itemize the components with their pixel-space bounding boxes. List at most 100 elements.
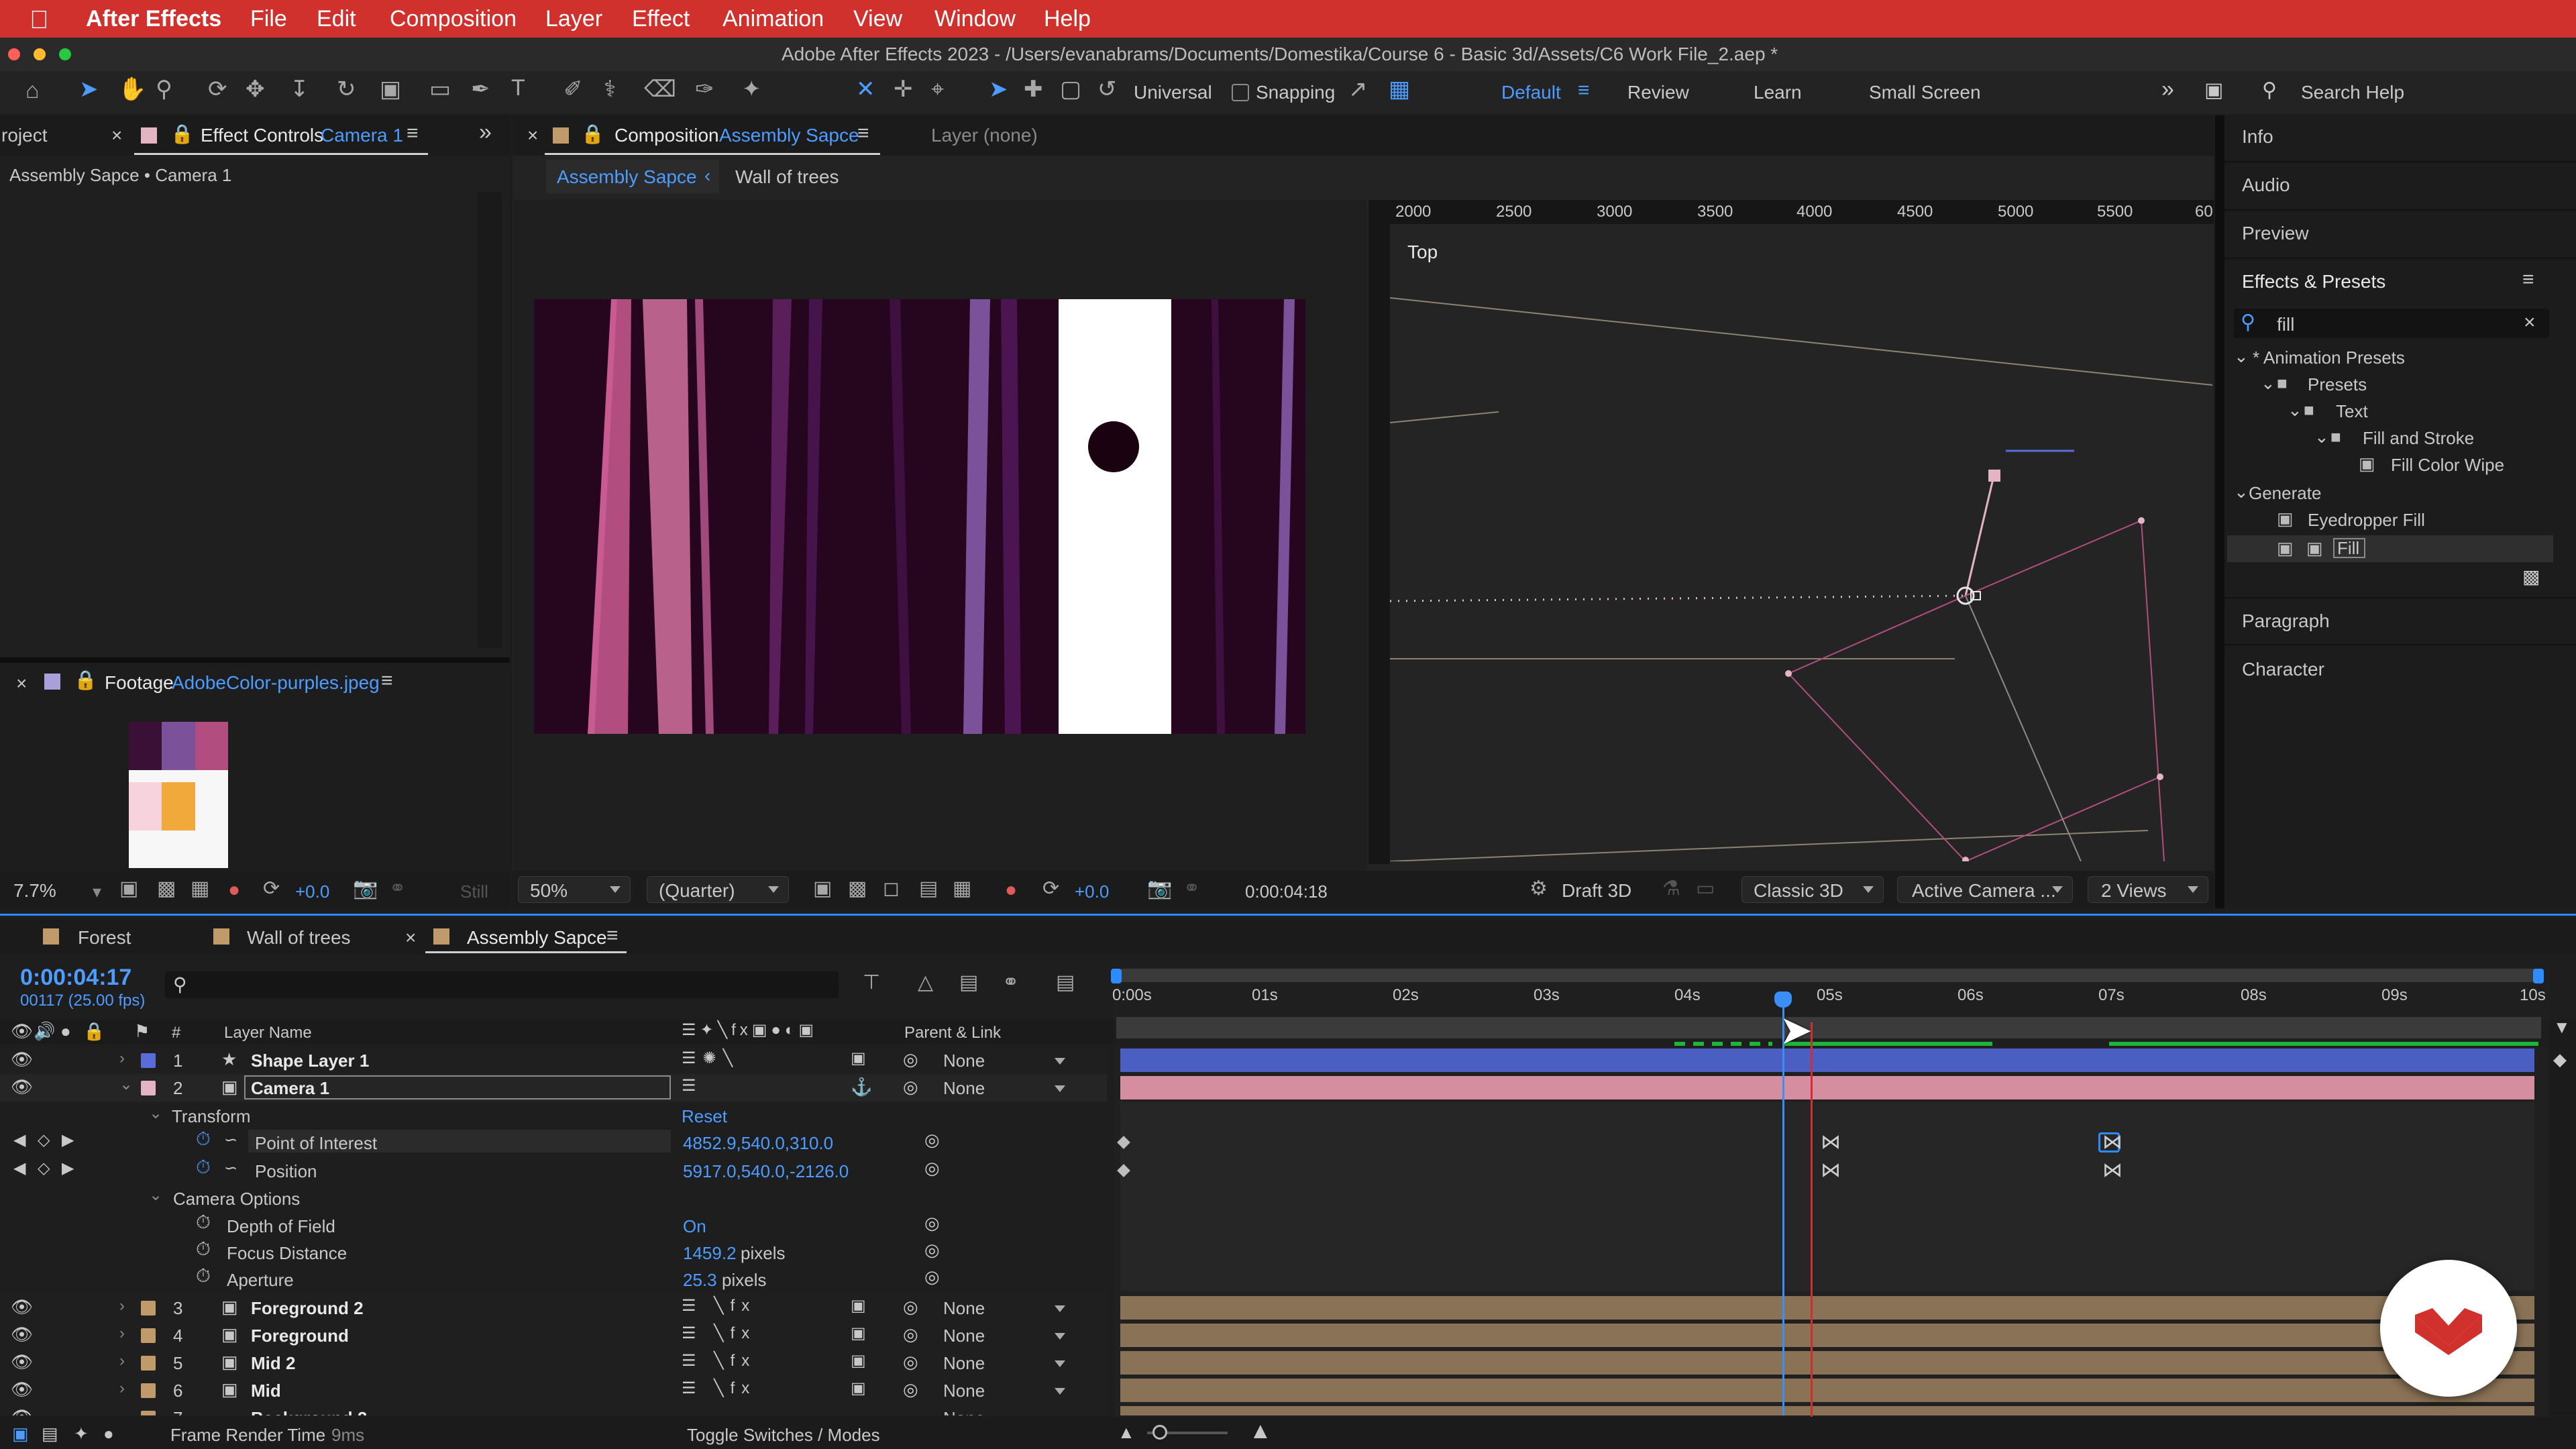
tree-generate[interactable]: Generate [2249,484,2321,502]
background-2-bar[interactable] [1120,1406,2534,1415]
composition-tab-name[interactable]: Assembly Sapce [719,126,859,145]
transparency-grid-icon[interactable]: ▩ [848,879,867,899]
poi-value[interactable]: 4852.9,540.0,310.0 [683,1134,833,1152]
position-graph-icon[interactable]: ∽ [224,1161,237,1177]
anchor-tool-icon[interactable]: ▣ [380,78,401,101]
universal-move-icon[interactable]: ✚ [1024,78,1043,101]
paragraph-panel-tab[interactable]: Paragraph [2242,612,2330,631]
workspace-menu-icon[interactable]: ≡ [1578,80,1590,101]
tree-fill-color-wipe[interactable]: Fill Color Wipe [2391,456,2504,474]
transform-group[interactable]: Transform [172,1108,251,1125]
universal-select-icon[interactable]: ➤ [989,78,1008,101]
mask-visibility-icon[interactable]: ◻ [883,879,900,899]
dof-stopwatch-icon[interactable]: ⏱ [196,1213,211,1232]
layer-5-pickwhip-icon[interactable]: ◎ [903,1353,918,1371]
panel-menu-icon[interactable]: ≡ [407,123,419,144]
layer-7-name[interactable]: Background 2 [251,1409,367,1415]
timeline-menu-icon[interactable]: ≡ [606,926,619,946]
camera-options-collapse-icon[interactable]: ⌄ [149,1187,162,1203]
layer-1-visibility-icon[interactable]: 👁 [11,1051,33,1068]
workspace-switch-icon[interactable]: ▣ [2204,80,2223,101]
composition-tab[interactable]: Composition [614,126,719,145]
foreground-2-bar[interactable] [1120,1296,2534,1320]
timeline-right-scrollbar[interactable] [2549,1020,2576,1415]
camera-options-group[interactable]: Camera Options [173,1190,300,1208]
layer-4-pickwhip-icon[interactable]: ◎ [903,1326,918,1343]
info-panel-tab[interactable]: Info [2242,127,2273,146]
tree-fill-selected-row[interactable] [2227,535,2553,562]
clear-search-icon[interactable]: × [2524,313,2536,333]
brush-tool-icon[interactable]: ✐ [564,78,583,101]
focus-distance-value[interactable]: 1459.2 [683,1244,737,1262]
layer-3-switches[interactable]: ☰ ╲fx [682,1298,756,1314]
layer-4-visibility-icon[interactable]: 👁 [11,1326,33,1343]
focus-expression-icon[interactable]: ◎ [924,1241,940,1258]
layer-switches-toggle-icon[interactable]: ▤ [42,1425,58,1442]
timeline-current-time[interactable]: 0:00:04:17 [20,966,131,989]
layer-3-visibility-icon[interactable]: 👁 [11,1298,33,1316]
layer-3-label-color[interactable] [141,1301,156,1316]
clone-stamp-icon[interactable]: ⚕ [604,78,616,101]
comp-breadcrumb-1[interactable]: Assembly Sapce [557,168,697,186]
motion-blur-toggle-icon[interactable]: ● [103,1425,114,1442]
tree-chevron-icon[interactable]: ⌄ [2261,374,2275,392]
layer-3-3d-icon[interactable]: ▣ [851,1298,866,1314]
layer-7-visibility-icon[interactable]: 👁 [11,1408,33,1415]
position-add-key-icon[interactable]: ◇ [38,1161,50,1177]
transfer-toggle-icon[interactable]: ✦ [74,1425,89,1442]
layer-5-switches[interactable]: ☰ ╲fx [682,1353,756,1369]
layer-6-pickwhip-icon[interactable]: ◎ [903,1381,918,1398]
hand-tool-icon[interactable]: ✋ [118,78,146,101]
menu-edit[interactable]: Edit [317,7,356,30]
position-prev-key-icon[interactable]: ◀ [13,1161,25,1177]
home-icon[interactable]: ⌂ [25,79,40,102]
effect-controls-tab[interactable]: Effect Controls [201,126,323,145]
layer-4-switches[interactable]: ☰ ╲fx [682,1326,756,1342]
layer-1-expand-icon[interactable]: › [119,1051,125,1067]
layer-4-name[interactable]: Foreground [251,1327,349,1344]
comp-viewer-frame[interactable] [534,299,1305,734]
character-panel-tab[interactable]: Character [2242,660,2324,679]
tree-presets[interactable]: Presets [2308,376,2367,393]
universal-rotate-icon[interactable]: ↺ [1097,78,1117,101]
layer-7-label-color[interactable] [141,1411,156,1415]
extended-viewer-icon[interactable]: ⚗ [1662,879,1680,899]
dof-value[interactable]: On [683,1218,706,1235]
layer-5-name[interactable]: Mid 2 [251,1354,295,1372]
fast-previews-icon[interactable]: ▣ [813,879,832,899]
layer-4-3d-icon[interactable]: ▣ [851,1326,866,1342]
effects-presets-menu-icon[interactable]: ≡ [2522,270,2534,290]
timeline-tab-forest[interactable]: Forest [78,928,131,947]
timeline-tab-wall-of-trees[interactable]: Wall of trees [247,928,351,947]
audio-panel-tab[interactable]: Audio [2242,176,2290,195]
close-comp-tab-icon[interactable]: × [527,126,538,145]
poi-next-key-icon[interactable]: ▶ [62,1132,74,1148]
comp-breadcrumb-2[interactable]: Wall of trees [735,168,839,186]
tree-chevron-icon[interactable]: ⌄ [2234,347,2249,365]
layer-3-name[interactable]: Foreground 2 [251,1299,364,1317]
poi-stopwatch-icon[interactable]: ⏱ [196,1130,211,1148]
close-timeline-tab-icon[interactable]: × [405,928,416,947]
comp-lock-icon[interactable]: 🔒 [581,125,604,144]
minimize-window-button[interactable] [34,48,46,60]
layer-2-visibility-icon[interactable]: 👁 [11,1078,33,1095]
foreground-bar[interactable] [1120,1324,2534,1347]
poi-add-key-icon[interactable]: ◇ [38,1132,50,1148]
universal-scale-icon[interactable]: ▢ [1060,78,1081,101]
transform-reset[interactable]: Reset [682,1108,727,1125]
layer-4-expand-icon[interactable]: › [119,1326,125,1342]
draft-3d-icon[interactable]: ⚙ [1529,879,1548,899]
region-of-interest-icon[interactable]: ▣ [119,879,138,899]
layer-1-label-color[interactable] [141,1053,156,1068]
poi-keyframe-7s[interactable]: ⋈ [2102,1132,2123,1152]
comp-marker-icon[interactable]: ◆ [2553,1051,2567,1068]
search-help-input[interactable]: Search Help [2301,83,2404,102]
graph-editor-icon[interactable]: ▤ [1056,973,1075,993]
layer-5-3d-icon[interactable]: ▣ [851,1353,866,1369]
position-keyframe-7s[interactable]: ⋈ [2102,1161,2123,1181]
comp-show-snapshot-icon[interactable]: ⚭ [1183,879,1200,899]
timeline-search-field[interactable] [165,971,839,998]
tree-animation-presets[interactable]: * Animation Presets [2253,349,2405,366]
playhead-line[interactable] [1782,997,1784,1415]
comp-roi-icon[interactable]: ▤ [919,879,938,899]
